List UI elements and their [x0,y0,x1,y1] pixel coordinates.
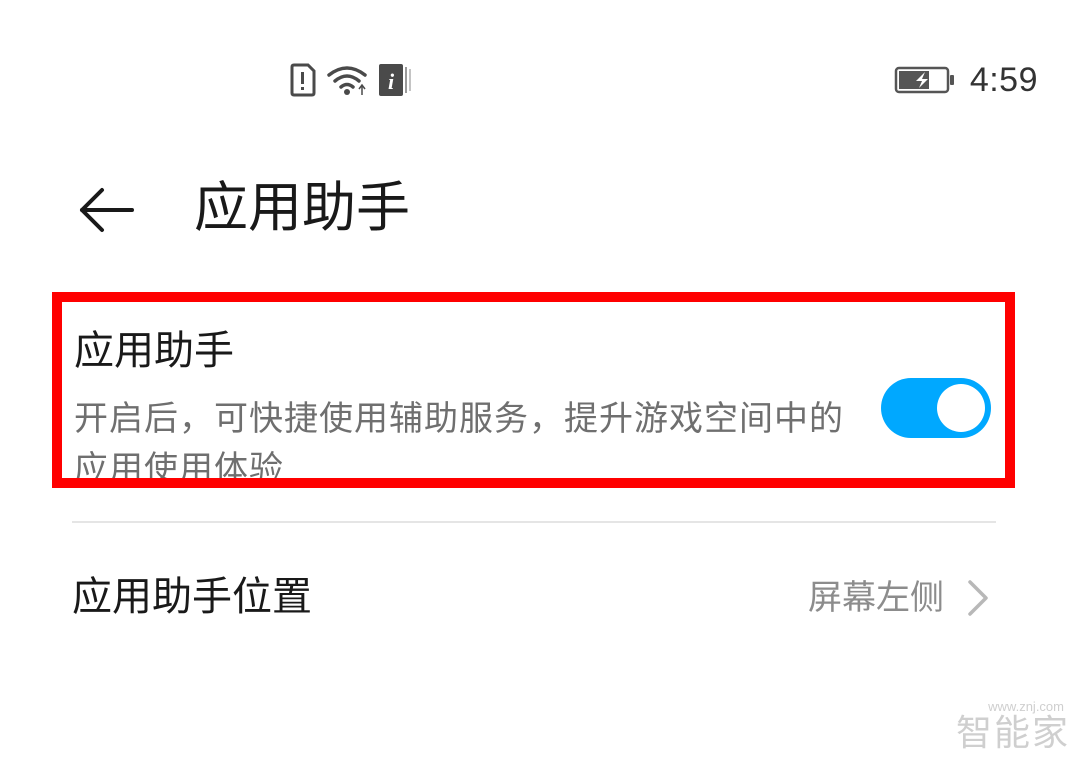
setting-row-assistant-position[interactable]: 应用助手位置 屏幕左侧 [72,548,996,648]
watermark: www.znj.com 智能家 [956,699,1070,754]
divider [72,521,996,523]
back-button[interactable] [74,178,138,242]
toggle-knob [937,384,985,432]
page-title: 应用助手 [194,176,410,239]
setting-description: 开启后，可快捷使用辅助服务，提升游戏空间中的应用使用体验 [74,399,844,488]
status-icons-right: 4:59 [894,58,1038,102]
setting-title: 应用助手位置 [72,574,312,620]
watermark-logo: 智能家 [955,713,1070,754]
wifi-icon [327,66,367,95]
setting-title: 应用助手 [74,328,234,374]
highlight-box: 应用助手 开启后，可快捷使用辅助服务，提升游戏空间中的应用使用体验 [52,292,1015,488]
app-assistant-toggle[interactable] [881,378,991,438]
status-time: 4:59 [969,60,1038,99]
status-icons-left: i [288,62,412,98]
info-icon: i [379,64,411,96]
back-arrow-icon [80,188,134,232]
setting-row-app-assistant[interactable]: 应用助手 开启后，可快捷使用辅助服务，提升游戏空间中的应用使用体验 [62,302,1005,478]
sim-alert-icon [290,63,316,97]
setting-value: 屏幕左侧 [808,578,944,618]
battery-charging-icon [894,66,954,94]
svg-text:i: i [388,69,395,94]
chevron-right-icon [968,580,988,616]
watermark-url: www.znj.com [988,699,1064,714]
